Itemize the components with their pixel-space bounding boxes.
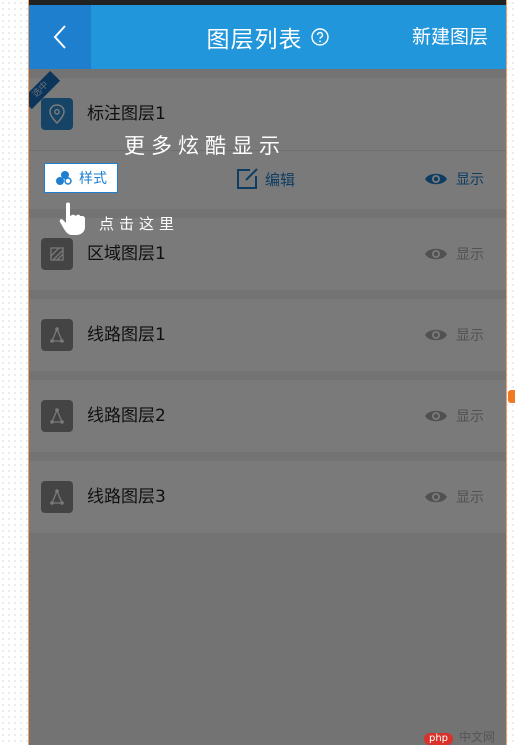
layer-row[interactable]: 线路图层1 显示 (29, 299, 506, 371)
app-header: 图层列表 新建图层 (29, 5, 506, 69)
route-icon (41, 481, 73, 513)
layer-row[interactable]: 线路图层3 显示 (29, 461, 506, 533)
location-pin-icon (41, 98, 73, 130)
watermark: php 中文网 (424, 730, 495, 745)
show-toggle[interactable]: 显示 (424, 165, 484, 193)
layer-card-5[interactable]: 线路图层3 显示 (29, 461, 506, 533)
watermark-text: 中文网 (459, 730, 496, 744)
pointer-hand-icon (59, 202, 85, 235)
side-tab[interactable] (508, 390, 515, 403)
layer-name: 线路图层2 (87, 406, 166, 426)
eye-icon (425, 248, 447, 260)
new-layer-button[interactable]: 新建图层 (412, 5, 488, 69)
show-toggle[interactable]: 显示 (424, 299, 484, 371)
show-label: 显示 (456, 490, 484, 506)
eye-icon (425, 173, 447, 185)
layer-name: 线路图层3 (87, 487, 166, 507)
help-icon[interactable] (310, 28, 329, 46)
phone-screen: 图层列表 新建图层 选中 标注图层1 编辑 显示 区域图层1 显示 线路图层1 … (28, 0, 507, 745)
edit-icon (237, 168, 258, 189)
chevron-left-icon (53, 25, 66, 49)
layer-card-3[interactable]: 线路图层1 显示 (29, 299, 506, 371)
show-label: 显示 (456, 247, 484, 263)
edit-button[interactable]: 编辑 (235, 165, 295, 193)
show-toggle[interactable]: 显示 (424, 218, 484, 290)
eye-icon (425, 491, 447, 503)
show-toggle[interactable]: 显示 (424, 380, 484, 452)
page-title: 图层列表 (206, 27, 303, 53)
area-icon (41, 238, 73, 270)
back-button[interactable] (29, 5, 91, 69)
highlighted-style-button[interactable]: 样式 (44, 163, 118, 193)
watermark-logo: php (424, 733, 454, 745)
style-icon (56, 171, 72, 185)
guide-hint-click: 点击这里 (99, 215, 180, 233)
show-toggle[interactable]: 显示 (424, 461, 484, 533)
show-label: 显示 (456, 409, 484, 425)
layer-row[interactable]: 线路图层2 显示 (29, 380, 506, 452)
layer-card-4[interactable]: 线路图层2 显示 (29, 380, 506, 452)
guide-hint-more: 更多炫酷显示 (124, 134, 286, 158)
eye-icon (425, 329, 447, 341)
style-label: 样式 (79, 171, 107, 187)
show-label: 显示 (456, 328, 484, 344)
eye-icon (425, 410, 447, 422)
show-label: 显示 (456, 172, 484, 188)
layer-name: 线路图层1 (87, 325, 166, 345)
route-icon (41, 400, 73, 432)
edit-label: 编辑 (265, 170, 296, 189)
route-icon (41, 319, 73, 351)
